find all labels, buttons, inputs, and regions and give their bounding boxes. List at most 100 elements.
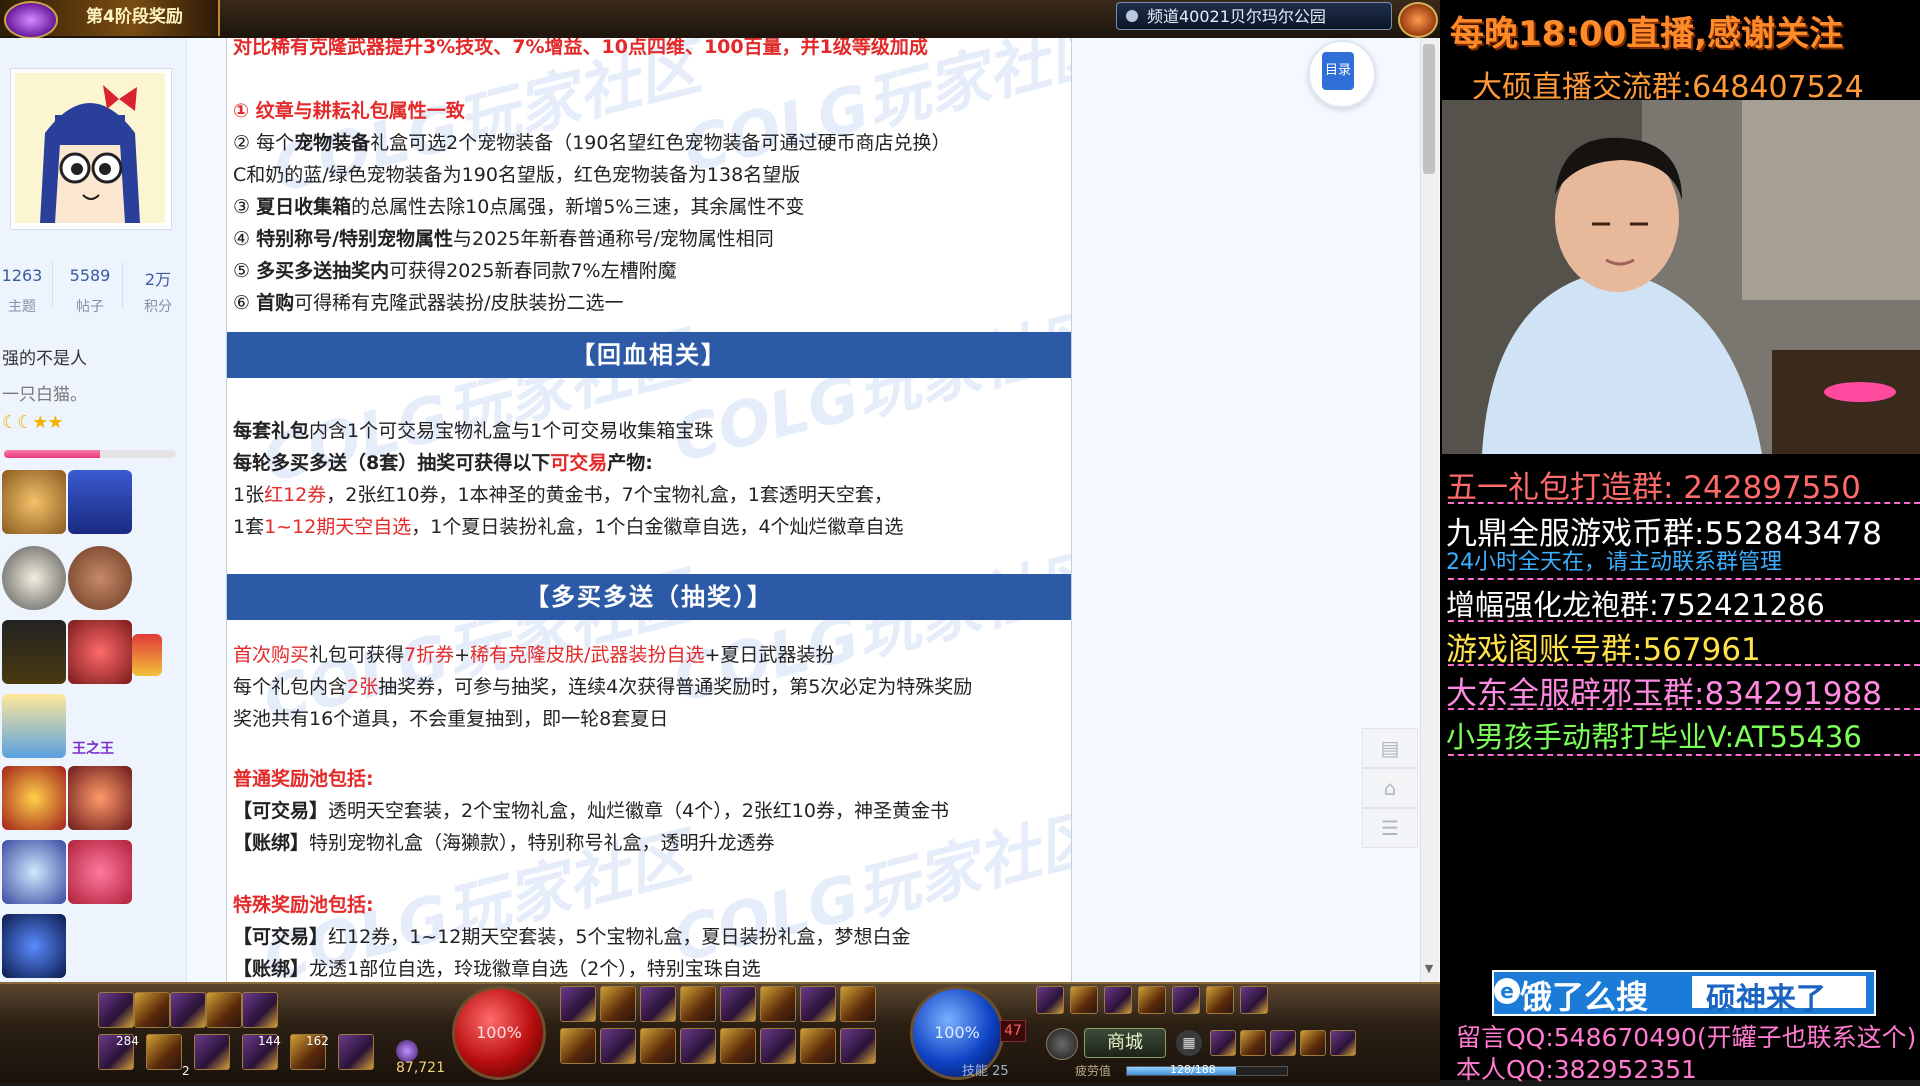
menu-icon[interactable]: [1172, 986, 1200, 1014]
menu-icon[interactable]: [1138, 986, 1166, 1014]
level-badge: 47: [1000, 1020, 1026, 1042]
item-pre: 每个: [256, 132, 295, 154]
minimap-orb-icon[interactable]: [1398, 2, 1438, 38]
lottery-line-3: 奖池共有16个道具，不会重复抽到，即一轮8套夏日: [233, 708, 669, 730]
character-icon[interactable]: [1210, 1030, 1236, 1056]
group-text: 24小时全天在，请主动联系群管理: [1446, 550, 1782, 575]
avatar[interactable]: [15, 73, 165, 223]
sun-medal-icon[interactable]: [68, 766, 132, 830]
skill-slot[interactable]: [560, 986, 596, 1022]
notification-bell-icon[interactable]: [1046, 1028, 1078, 1060]
settings-icon[interactable]: [1330, 1030, 1356, 1056]
experience-fill: [4, 450, 101, 458]
buff-slot[interactable]: [98, 992, 134, 1028]
username[interactable]: 强的不是人: [2, 344, 87, 369]
user-title: 一只白猫。: [2, 385, 87, 405]
scroll-down-arrow-icon[interactable]: ▼: [1421, 960, 1437, 978]
buff-slot[interactable]: [206, 992, 242, 1028]
post-item-3: ③ 夏日收集箱的总属性去除10点属强，新增5%三速，其余属性不变: [233, 192, 804, 219]
line-red: 稀有克隆皮肤/武器装扮自选: [470, 644, 705, 666]
line-rest: 红12券，1~12期天空套装，5个宝物礼盒，夏日装扮礼盒，梦想白金: [328, 926, 911, 948]
item-count: 2: [182, 1064, 190, 1078]
stat-points-value[interactable]: 2万: [130, 266, 186, 290]
special-pool-tradable: 【可交易】红12券，1~12期天空套装，5个宝物礼盒，夏日装扮礼盒，梦想白金: [233, 922, 910, 949]
skill-tree-icon[interactable]: [1270, 1030, 1296, 1056]
skill-slot[interactable]: [720, 986, 756, 1022]
buff-slot[interactable]: [134, 992, 170, 1028]
quest-icon[interactable]: [1300, 1030, 1326, 1056]
skill-slot[interactable]: [760, 1028, 796, 1064]
skill-slot[interactable]: [800, 1028, 836, 1064]
dashed-divider: [1448, 664, 1920, 666]
menu-icon[interactable]: [1240, 986, 1268, 1014]
item-rest: C和奶的蓝/绿色宠物装备为190名望版，红色宠物装备为138名望版: [233, 164, 801, 186]
pink-girl-medal-icon[interactable]: [68, 840, 132, 904]
channel-label[interactable]: 频道40021贝尔玛尔公园: [1116, 2, 1392, 30]
toc-label[interactable]: 目录: [1322, 52, 1354, 90]
group-line-1: 五一礼包打造群: 242897550: [1446, 462, 1861, 507]
stat-posts-label: 帖子: [76, 299, 104, 315]
skill-slot[interactable]: [640, 986, 676, 1022]
line-part: ，2张红10券，1本神圣的黄金书，7个宝物礼盒，1套透明天空套，: [326, 484, 893, 506]
skill-slot[interactable]: [840, 986, 876, 1022]
menu-icon[interactable]: [1206, 986, 1234, 1014]
walrus-medal-icon[interactable]: [68, 546, 132, 610]
section-heading-recovery: 【回血相关】: [227, 332, 1071, 378]
item-slot[interactable]: [338, 1034, 374, 1070]
rank-stars-icon: ☾☾★★: [2, 412, 64, 433]
skill-slot[interactable]: [720, 1028, 756, 1064]
webcam-person-icon: [1442, 100, 1920, 454]
scrollbar-thumb[interactable]: [1423, 44, 1435, 174]
skill-slot[interactable]: [640, 1028, 676, 1064]
item-bold: 特别称号/特别宠物属性: [256, 228, 454, 250]
skill-slot[interactable]: [760, 986, 796, 1022]
menu-icon[interactable]: [1070, 986, 1098, 1014]
girl-medal-icon[interactable]: [68, 620, 132, 684]
list-icon[interactable]: ☰: [1362, 808, 1418, 848]
storm-medal-icon[interactable]: [2, 914, 66, 978]
crystal-medal-icon[interactable]: [2, 840, 66, 904]
group-text: 增幅强化龙袍群:752421286: [1446, 588, 1825, 622]
monkey-medal-icon[interactable]: [2, 470, 66, 534]
stat-topics-value[interactable]: 1263: [0, 266, 50, 285]
back-to-top-icon[interactable]: ⌂: [1362, 768, 1418, 808]
menu-icon[interactable]: [1104, 986, 1132, 1014]
skill-slot[interactable]: [680, 986, 716, 1022]
buff-slot[interactable]: [170, 992, 206, 1028]
skill-slot[interactable]: [560, 1028, 596, 1064]
skill-slot[interactable]: [600, 986, 636, 1022]
lottery-line-2: 每个礼包内含2张抽奖券，可参与抽奖，连续4次获得普通奖励时，第5次必定为特殊奖励: [233, 672, 972, 699]
ribbon-medal-icon[interactable]: [132, 634, 162, 676]
skill-slot[interactable]: [680, 1028, 716, 1064]
skill-points: 技能 25: [962, 1060, 1009, 1079]
line-part: 礼包可获得: [309, 644, 405, 666]
skill-slot[interactable]: [800, 986, 836, 1022]
hp-orb: 100%: [452, 986, 546, 1080]
moon-medal-icon[interactable]: [2, 620, 66, 684]
stat-posts-value[interactable]: 5589: [62, 266, 118, 285]
line-red: 7折券: [404, 644, 455, 666]
skill-slot[interactable]: [840, 1028, 876, 1064]
item-slot[interactable]: [194, 1034, 230, 1070]
comment-icon[interactable]: ▤: [1362, 728, 1418, 768]
creator-medal-icon[interactable]: [2, 546, 66, 610]
anniversary-17-medal-icon[interactable]: [68, 470, 132, 534]
birthday-medal-icon[interactable]: [2, 694, 66, 758]
item-slot[interactable]: [146, 1034, 182, 1070]
stream-headline: 每晚18:00直播,感谢关注: [1450, 14, 1844, 54]
item-rest: 与2025年新春普通称号/宠物属性相同: [453, 228, 774, 250]
special-pool-bound: 【账绑】龙透1部位自选，玲珑徽章自选（2个），特别宝珠自选: [233, 954, 761, 981]
shop-button[interactable]: 商城: [1084, 1028, 1166, 1058]
skill-slot[interactable]: [600, 1028, 636, 1064]
scrollbar[interactable]: [1420, 38, 1439, 982]
line-part: 1套: [233, 516, 265, 538]
line-part: +夏日武器装扮: [704, 644, 835, 666]
post-item-6: ⑥ 首购可得稀有克隆武器装扮/皮肤装扮二选一: [233, 288, 624, 315]
inventory-icon[interactable]: [1240, 1030, 1266, 1056]
grid-menu-icon[interactable]: ▦: [1176, 1030, 1202, 1056]
group-text: 游戏阁账号群:567961: [1446, 632, 1761, 668]
menu-icon[interactable]: [1036, 986, 1064, 1014]
buff-slot[interactable]: [242, 992, 278, 1028]
fire-medal-icon[interactable]: [2, 766, 66, 830]
recovery-line-4: 1套1~12期天空自选，1个夏日装扮礼盒，1个白金徽章自选，4个灿烂徽章自选: [233, 512, 904, 539]
